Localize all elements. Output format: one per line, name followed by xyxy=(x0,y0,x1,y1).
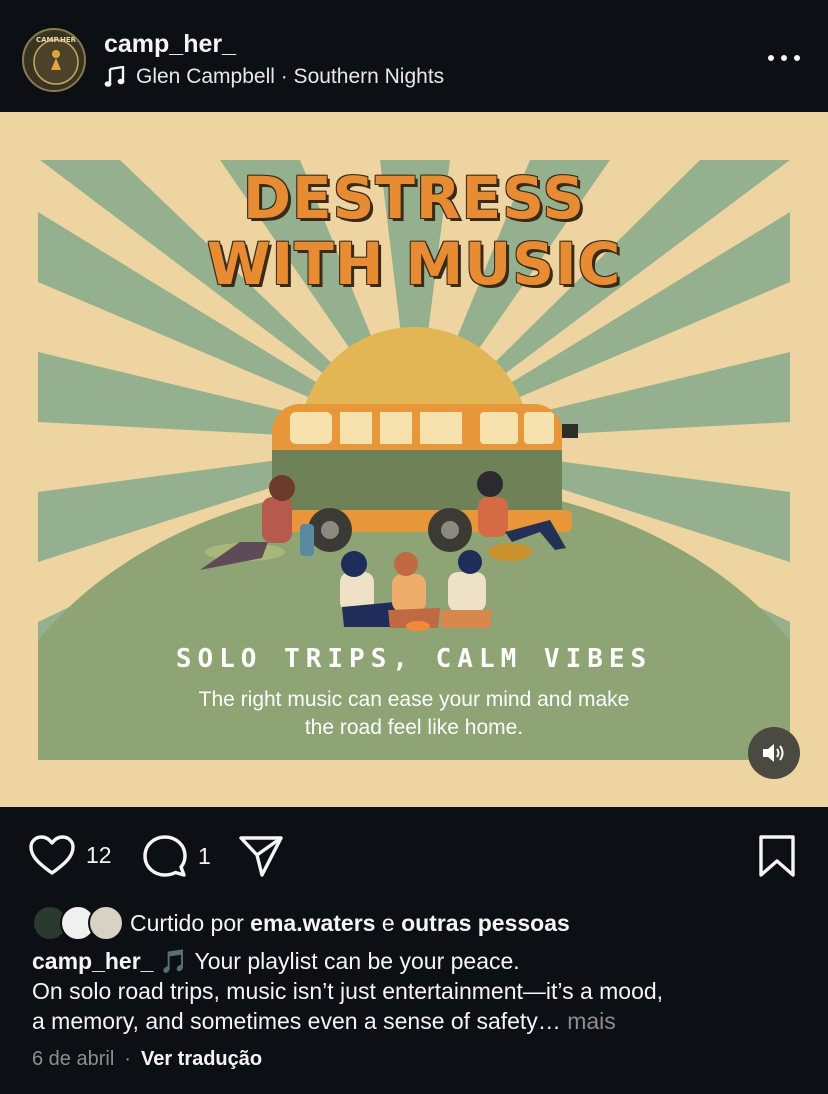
three-people xyxy=(340,550,492,631)
bookmark-icon xyxy=(759,835,795,877)
post-image[interactable]: DESTRESS WITH MUSIC SOLO TRIPS, CALM VIB… xyxy=(0,112,828,807)
more-dot xyxy=(781,55,787,61)
poster-title-line-1: DESTRESS xyxy=(242,164,586,232)
heart-icon xyxy=(29,835,75,875)
music-attribution[interactable]: Glen Campbell · Southern Nights xyxy=(104,65,444,89)
more-options-button[interactable] xyxy=(764,46,804,70)
liked-by-conjunction: e xyxy=(381,909,395,936)
comments-count[interactable]: 1 xyxy=(198,843,211,870)
liked-by-prefix: Curtido por xyxy=(130,909,244,936)
likes-count[interactable]: 12 xyxy=(86,842,112,869)
profile-avatar[interactable]: CAMP.HER xyxy=(22,28,86,92)
post-caption: camp_her_ 🎵 Your playlist can be your pe… xyxy=(32,946,802,1036)
liked-by-row[interactable]: Curtido por ema.waters e outras pessoas xyxy=(32,905,570,941)
poster-title-line-2: WITH MUSIC xyxy=(206,230,622,298)
svg-text:CAMP.HER: CAMP.HER xyxy=(36,36,77,44)
sound-toggle-button[interactable] xyxy=(748,727,800,779)
meta-separator: · xyxy=(124,1048,131,1070)
caption-username[interactable]: camp_her_ xyxy=(32,948,153,974)
action-bar: 12 1 xyxy=(0,807,828,902)
liked-by-others[interactable]: outras pessoas xyxy=(401,910,570,937)
post-date: 6 de abril xyxy=(32,1048,115,1070)
speaker-icon xyxy=(763,744,784,762)
liked-avatars xyxy=(32,905,124,941)
username[interactable]: camp_her_ xyxy=(104,30,236,59)
caption-line-3: a memory, and sometimes even a sense of … xyxy=(32,1008,561,1034)
like-button[interactable]: 12 xyxy=(28,834,112,876)
avatar xyxy=(88,905,124,941)
more-link[interactable]: mais xyxy=(567,1008,616,1034)
music-label: Glen Campbell · Southern Nights xyxy=(136,65,445,88)
translate-link[interactable]: Ver tradução xyxy=(141,1048,262,1071)
more-dot xyxy=(794,55,800,61)
more-dots-icon xyxy=(768,55,774,61)
poster-caption-line-2: the road feel like home. xyxy=(304,716,524,739)
save-button[interactable] xyxy=(758,834,796,878)
camp-her-logo: CAMP.HER xyxy=(26,32,84,90)
poster-subtitle: SOLO TRIPS, CALM VIBES xyxy=(175,644,653,674)
comment-bubble-icon xyxy=(143,835,187,877)
comment-button[interactable]: 1 xyxy=(142,834,211,878)
music-emoji-icon: 🎵 xyxy=(159,948,189,974)
poster-caption-line-1: The right music can ease your mind and m… xyxy=(198,688,630,711)
music-note-icon xyxy=(104,66,125,87)
share-button[interactable] xyxy=(238,834,284,878)
liked-by-user[interactable]: ema.waters xyxy=(250,910,375,937)
paper-plane-icon xyxy=(239,836,283,877)
caption-line-1: Your playlist can be your peace. xyxy=(194,948,520,974)
caption-line-2: On solo road trips, music isn’t just ent… xyxy=(32,978,664,1004)
post-header: CAMP.HER camp_her_ Glen Campbell · South… xyxy=(0,0,828,112)
post-meta: 6 de abril · Ver tradução xyxy=(32,1048,262,1071)
